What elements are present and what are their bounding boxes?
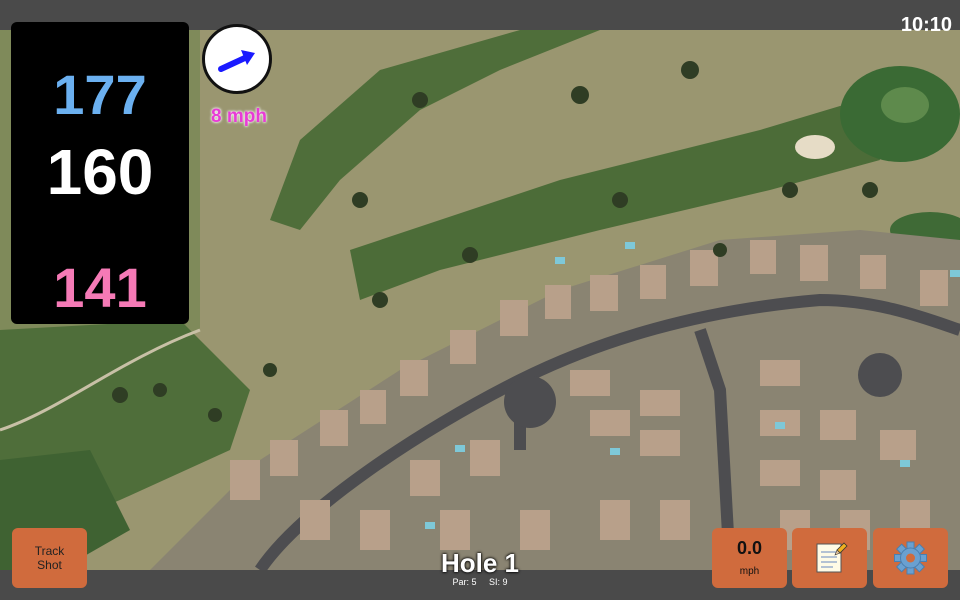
notes-button[interactable] [792,528,867,588]
track-shot-label-line2: Shot [37,558,62,572]
status-clock: 10:10 [900,14,952,36]
wind-direction-arrow-icon [218,50,255,72]
wind-indicator [202,24,272,94]
hole-stroke-index: SI: 9 [489,577,508,587]
wind-speed-label: 8 mph [211,106,267,127]
track-shot-label-line1: Track [34,544,65,558]
wind-readout-button[interactable]: 0.0 mph [712,528,787,588]
distance-front: 141 [53,256,147,319]
distance-panel: 177 160 141 [11,22,189,324]
notepad-icon [816,542,848,573]
hole-title: Hole 1 [440,548,520,578]
wind-readout-unit: mph [739,566,760,577]
settings-button[interactable] [873,528,948,588]
distance-back: 177 [53,63,147,126]
hole-par: Par: 5 [452,577,477,587]
track-shot-button[interactable]: Track Shot [12,528,87,588]
gear-icon [894,541,927,575]
track-shot-label: Track Shot [35,544,65,572]
wind-readout-value: 0.0 [736,538,763,558]
distance-middle: 160 [46,136,154,208]
hole-info: Par: 5 SI: 9 [380,577,580,587]
